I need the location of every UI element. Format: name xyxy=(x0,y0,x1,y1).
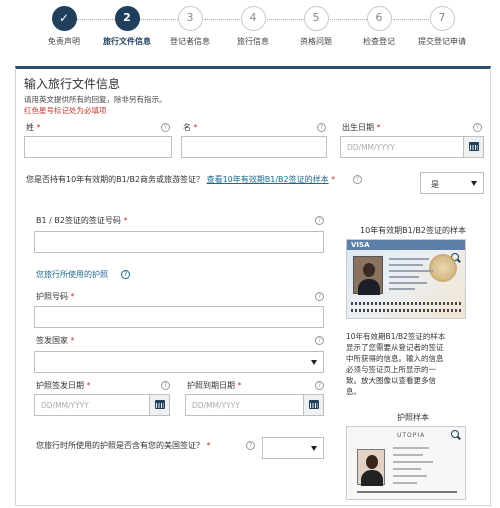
step-number: 5 xyxy=(303,6,329,31)
step-eligibility[interactable]: 5 资格问题 xyxy=(282,6,350,47)
help-icon[interactable]: ? xyxy=(121,270,130,279)
dob-input[interactable]: DD/MM/YYYY xyxy=(340,136,484,158)
step-registrant-info[interactable]: 3 登记者信息 xyxy=(156,6,224,47)
visa-sample-link[interactable]: 查看10年有效期B1/B2签证的样本 xyxy=(207,175,329,184)
visa-question: 您是否持有10年有效期的B1/B2商务或旅游签证？ 查看10年有效期B1/B2签… xyxy=(26,175,336,184)
visa-badge: VISA xyxy=(351,241,370,249)
visa-sample-title: 10年有效期B1/B2签证的样本 xyxy=(359,226,467,235)
step-number: 7 xyxy=(429,6,455,31)
visa-number-label: B1 / B2签证的签证号码 * xyxy=(36,216,128,225)
step-label: 旅行文件信息 xyxy=(103,37,151,46)
calendar-icon[interactable] xyxy=(463,137,483,157)
step-label: 检查登记 xyxy=(363,37,395,46)
help-icon[interactable]: ? xyxy=(161,381,170,390)
calendar-icon[interactable] xyxy=(149,395,169,415)
issue-date-placeholder: DD/MM/YYYY xyxy=(41,401,89,410)
passport-number-input[interactable] xyxy=(34,306,324,328)
step-travel-document[interactable]: 2 旅行文件信息 xyxy=(93,6,161,47)
expiry-date-input[interactable]: DD/MM/YYYY xyxy=(185,394,324,416)
issuing-country-select[interactable] xyxy=(34,351,324,373)
passport-number-label: 护照号码 * xyxy=(36,292,75,301)
step-travel-info[interactable]: 4 旅行信息 xyxy=(219,6,287,47)
chevron-down-icon xyxy=(311,360,317,365)
visa-number-input[interactable] xyxy=(34,231,324,253)
passport-photo xyxy=(357,449,385,486)
visa-select-value: 是 xyxy=(431,180,439,189)
dob-label: 出生日期 * xyxy=(342,123,381,132)
help-icon[interactable]: ? xyxy=(473,123,482,132)
passport-header: UTOPIA xyxy=(397,432,426,439)
step-number: 4 xyxy=(240,6,266,31)
us-visa-question: 您旅行时所使用的护照是否含有您的美国签证？ * xyxy=(36,441,211,450)
help-icon[interactable]: ? xyxy=(315,292,324,301)
dob-placeholder: DD/MM/YYYY xyxy=(347,143,395,152)
chevron-down-icon xyxy=(311,446,317,451)
us-visa-select[interactable] xyxy=(262,437,324,459)
visa-seal xyxy=(429,254,457,282)
step-disclaimer[interactable]: ✓ 免责声明 xyxy=(30,6,98,47)
step-label: 资格问题 xyxy=(300,37,332,46)
instructions-text: 请用英文提供所有的回复，除非另有指示。 xyxy=(24,95,167,104)
expiry-date-label: 护照到期日期 * xyxy=(187,381,242,390)
visa-sample-description: 10年有效期B1/B2签证的样本 显示了您需要从登记者的签证 中所获得的信息。输… xyxy=(346,332,446,396)
issue-date-input[interactable]: DD/MM/YYYY xyxy=(34,394,170,416)
given-name-label: 名 * xyxy=(183,123,198,132)
issuing-country-label: 签发国家 * xyxy=(36,336,75,345)
help-icon[interactable]: ? xyxy=(315,336,324,345)
step-submit[interactable]: 7 提交登记申请 xyxy=(408,6,476,47)
visa-photo xyxy=(353,256,383,295)
passport-sample-image[interactable]: UTOPIA xyxy=(346,426,466,500)
page-title: 输入旅行文件信息 xyxy=(24,77,121,91)
step-number: 6 xyxy=(366,6,392,31)
given-name-input[interactable] xyxy=(181,136,327,158)
passport-section-heading[interactable]: 您旅行所使用的护照 xyxy=(36,269,108,280)
chevron-down-icon xyxy=(471,181,477,186)
help-icon[interactable]: ? xyxy=(353,175,362,184)
step-number: 3 xyxy=(177,6,203,31)
help-icon[interactable]: ? xyxy=(315,381,324,390)
help-icon[interactable]: ? xyxy=(246,441,255,450)
step-label: 旅行信息 xyxy=(237,37,269,46)
visa-select[interactable]: 是 xyxy=(420,172,484,194)
step-label: 免责声明 xyxy=(48,37,80,46)
step-label: 提交登记申请 xyxy=(418,37,466,46)
step-label: 登记者信息 xyxy=(170,37,210,46)
help-icon[interactable]: ? xyxy=(315,216,324,225)
help-icon[interactable]: ? xyxy=(161,123,170,132)
required-note: 红色星号标记处为必填项 xyxy=(24,106,107,115)
help-icon[interactable]: ? xyxy=(317,123,326,132)
step-review[interactable]: 6 检查登记 xyxy=(345,6,413,47)
progress-stepper: ✓ 免责声明 2 旅行文件信息 3 登记者信息 4 旅行信息 5 资格问题 6 … xyxy=(0,0,500,60)
visa-sample-image[interactable]: VISA xyxy=(346,239,466,319)
passport-sample-title: 护照样本 xyxy=(397,413,429,422)
form-panel: 输入旅行文件信息 请用英文提供所有的回复，除非另有指示。 红色星号标记处为必填项… xyxy=(15,66,491,506)
surname-input[interactable] xyxy=(24,136,172,158)
check-icon: ✓ xyxy=(51,6,77,31)
step-number: 2 xyxy=(114,6,140,31)
calendar-icon[interactable] xyxy=(303,395,323,415)
issue-date-label: 护照签发日期 * xyxy=(36,381,91,390)
surname-label: 姓 * xyxy=(26,123,41,132)
expiry-date-placeholder: DD/MM/YYYY xyxy=(192,401,240,410)
magnify-icon[interactable] xyxy=(449,429,463,441)
